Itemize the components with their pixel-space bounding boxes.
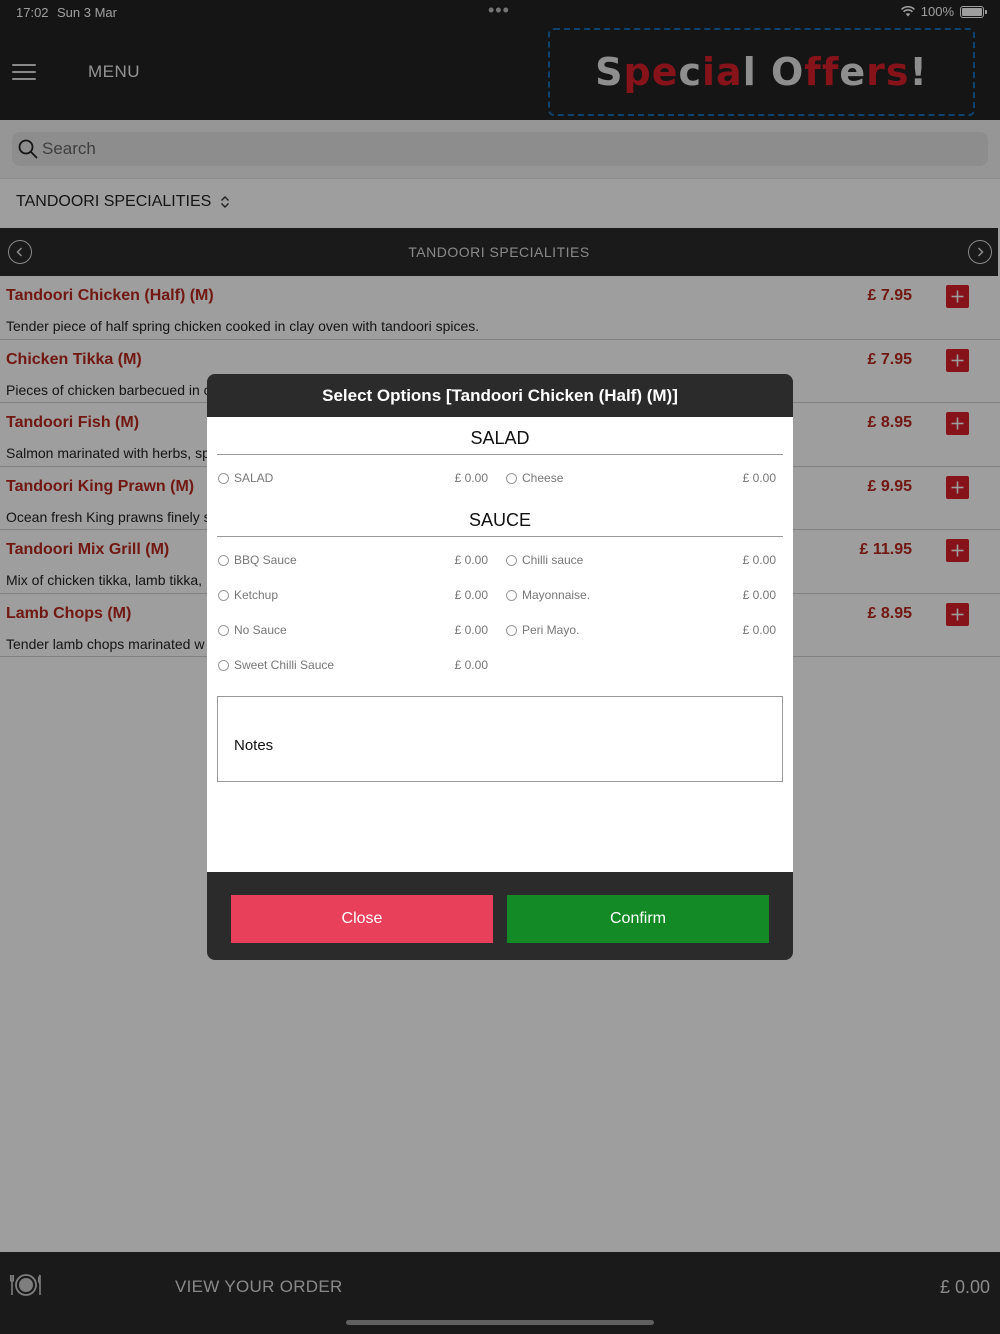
option-radio[interactable]: BBQ Sauce £ 0.00 xyxy=(218,553,488,567)
radio-button-icon[interactable] xyxy=(218,659,229,671)
radio-button-icon[interactable] xyxy=(506,554,517,566)
radio-button-icon[interactable] xyxy=(506,472,517,484)
radio-button-icon[interactable] xyxy=(506,589,517,601)
option-label: Cheese xyxy=(522,471,564,485)
confirm-button[interactable]: Confirm xyxy=(507,895,769,943)
radio-button-icon[interactable] xyxy=(506,624,517,636)
option-radio[interactable]: Chilli sauce £ 0.00 xyxy=(506,553,776,567)
notes-input[interactable] xyxy=(234,737,764,754)
option-radio[interactable]: Cheese £ 0.00 xyxy=(506,471,776,485)
select-options-dialog: Select Options [Tandoori Chicken (Half) … xyxy=(207,374,793,960)
option-group-title-sauce: SAUCE xyxy=(217,510,783,537)
option-radio[interactable]: Mayonnaise. £ 0.00 xyxy=(506,588,776,602)
option-price: £ 0.00 xyxy=(742,588,776,602)
radio-button-icon[interactable] xyxy=(218,589,229,601)
option-price: £ 0.00 xyxy=(742,623,776,637)
option-group-title-salad: SALAD xyxy=(217,428,783,455)
radio-button-icon[interactable] xyxy=(218,624,229,636)
option-price: £ 0.00 xyxy=(454,623,488,637)
option-price: £ 0.00 xyxy=(454,471,488,485)
option-radio[interactable]: SALAD £ 0.00 xyxy=(218,471,488,485)
option-label: BBQ Sauce xyxy=(234,553,297,567)
option-price: £ 0.00 xyxy=(454,588,488,602)
option-label: Peri Mayo. xyxy=(522,623,580,637)
option-radio[interactable]: Ketchup £ 0.00 xyxy=(218,588,488,602)
option-label: Ketchup xyxy=(234,588,279,602)
option-price: £ 0.00 xyxy=(742,471,776,485)
close-button[interactable]: Close xyxy=(231,895,493,943)
radio-button-icon[interactable] xyxy=(218,472,229,484)
option-label: No Sauce xyxy=(234,623,287,637)
dialog-title: Select Options [Tandoori Chicken (Half) … xyxy=(322,386,678,405)
option-label: SALAD xyxy=(234,471,274,485)
option-radio[interactable]: Sweet Chilli Sauce £ 0.00 xyxy=(218,658,488,672)
dialog-body: SALAD SAUCE SALAD£ 0.00Cheese£ 0.00BBQ S… xyxy=(207,417,793,872)
option-label: Mayonnaise. xyxy=(522,588,591,602)
option-label: Chilli sauce xyxy=(522,553,584,567)
option-price: £ 0.00 xyxy=(742,553,776,567)
option-price: £ 0.00 xyxy=(454,553,488,567)
option-radio[interactable]: No Sauce £ 0.00 xyxy=(218,623,488,637)
option-price: £ 0.00 xyxy=(454,658,488,672)
option-radio[interactable]: Peri Mayo. £ 0.00 xyxy=(506,623,776,637)
radio-button-icon[interactable] xyxy=(218,554,229,566)
notes-field[interactable] xyxy=(217,696,783,782)
option-label: Sweet Chilli Sauce xyxy=(234,658,335,672)
